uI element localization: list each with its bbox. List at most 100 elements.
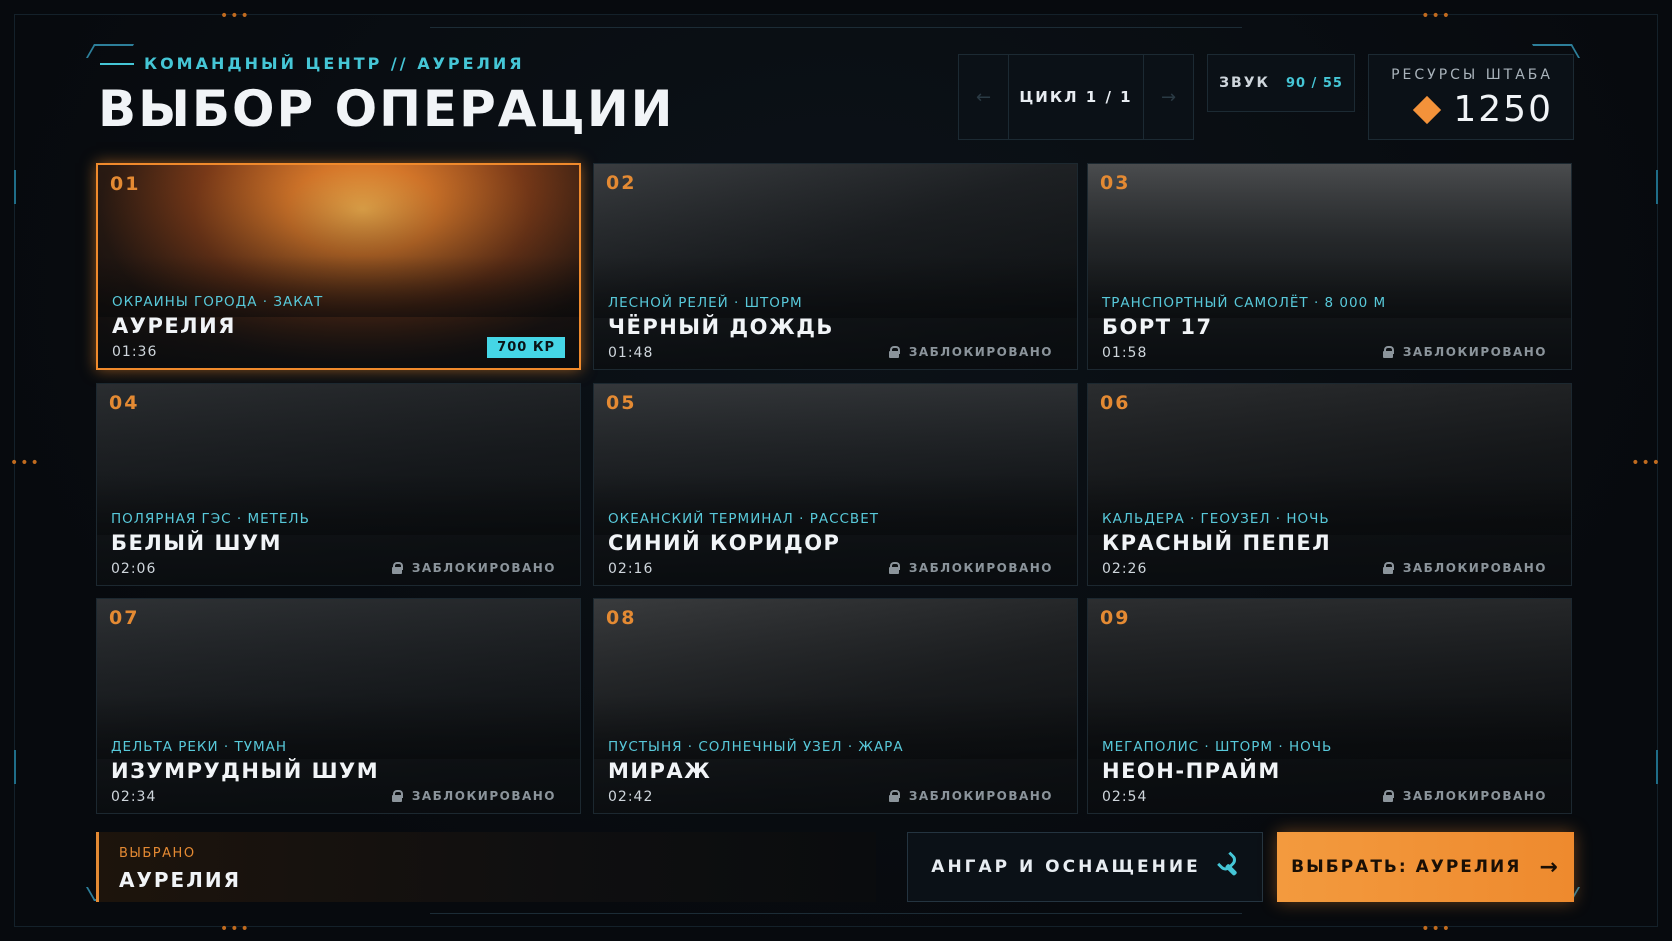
mission-subtitle: МЕГАПОЛИС · ШТОРМ · НОЧЬ [1102, 739, 1333, 755]
mission-time: 02:26 [1102, 561, 1148, 577]
locked-badge: ЗАБЛОКИРОВАНО [888, 789, 1053, 803]
locked-badge: ЗАБЛОКИРОВАНО [1382, 561, 1547, 575]
lock-icon [888, 562, 900, 574]
mission-card[interactable]: 01 ОКРАИНЫ ГОРОДА · ЗАКАТ АУРЕЛИЯ 01:36 700 … [96, 163, 581, 370]
locked-label: ЗАБЛОКИРОВАНО [411, 561, 556, 575]
breadcrumb: КОМАНДНЫЙ ЦЕНТР // АУРЕЛИЯ [100, 54, 525, 73]
mission-time: 01:36 [112, 344, 158, 360]
mission-subtitle: ТРАНСПОРТНЫЙ САМОЛЁТ · 8 000 М [1102, 295, 1387, 311]
mission-name: ИЗУМРУДНЫЙ ШУМ [111, 759, 380, 783]
sound-label: ЗВУК [1219, 75, 1270, 91]
lock-icon [888, 790, 900, 802]
mission-number: 01 [110, 173, 141, 195]
mission-number: 07 [109, 607, 140, 629]
locked-badge: ЗАБЛОКИРОВАНО [888, 561, 1053, 575]
frame-dots: ••• [1421, 8, 1452, 24]
resources-panel: РЕСУРСЫ ШТАБА 1250 [1368, 54, 1574, 140]
frame-dots: ••• [10, 455, 41, 471]
locked-label: ЗАБЛОКИРОВАНО [1402, 561, 1547, 575]
mission-number: 06 [1100, 392, 1131, 414]
arrow-left-icon[interactable]: ← [959, 55, 1009, 139]
mission-time: 02:42 [608, 789, 654, 805]
mission-subtitle: ЛЕСНОЙ РЕЛЕЙ · ШТОРМ [608, 295, 803, 311]
resources-label: РЕСУРСЫ ШТАБА [1391, 67, 1553, 83]
sound-value: 90 / 55 [1285, 75, 1343, 91]
mission-number: 08 [606, 607, 637, 629]
breadcrumb-line [100, 62, 134, 65]
mission-subtitle: ПУСТЫНЯ · СОЛНЕЧНЫЙ УЗЕЛ · ЖАРА [608, 739, 904, 755]
selected-value: АУРЕЛИЯ [119, 868, 241, 892]
locked-label: ЗАБЛОКИРОВАНО [1402, 345, 1547, 359]
resources-value-row: 1250 [1413, 89, 1553, 130]
arrow-right-icon: → [1539, 854, 1560, 880]
mission-number: 04 [109, 392, 140, 414]
frame-bottom-bar [430, 913, 1242, 927]
mission-card[interactable]: 05 ОКЕАНСКИЙ ТЕРМИНАЛ · РАССВЕТ СИНИЙ КОРИ… [593, 383, 1078, 586]
mission-number: 05 [606, 392, 637, 414]
mission-time: 01:48 [608, 345, 654, 361]
frame-top-bar [430, 14, 1242, 28]
mission-subtitle: ПОЛЯРНАЯ ГЭС · МЕТЕЛЬ [111, 511, 310, 527]
mission-name: НЕОН-ПРАЙМ [1102, 759, 1281, 783]
wrench-icon [1215, 853, 1243, 881]
mission-name: СИНИЙ КОРИДОР [608, 531, 841, 555]
sound-panel[interactable]: ЗВУК 90 / 55 [1207, 54, 1355, 112]
hangar-button[interactable]: АНГАР И ОСНАЩЕНИЕ [907, 832, 1263, 902]
lock-icon [1382, 790, 1394, 802]
locked-label: ЗАБЛОКИРОВАНО [908, 345, 1053, 359]
choose-button-label: ВЫБРАТЬ: АУРЕЛИЯ [1291, 857, 1522, 877]
mission-time: 02:16 [608, 561, 654, 577]
mission-card[interactable]: 07 ДЕЛЬТА РЕКИ · ТУМАН ИЗУМРУДНЫЙ ШУМ 02:34… [96, 598, 581, 814]
frame-tick [14, 750, 16, 784]
lock-icon [1382, 346, 1394, 358]
locked-label: ЗАБЛОКИРОВАНО [1402, 789, 1547, 803]
mission-subtitle: ДЕЛЬТА РЕКИ · ТУМАН [111, 739, 287, 755]
mission-card[interactable]: 08 ПУСТЫНЯ · СОЛНЕЧНЫЙ УЗЕЛ · ЖАРА МИРАЖ 02… [593, 598, 1078, 814]
mission-subtitle: ОКЕАНСКИЙ ТЕРМИНАЛ · РАССВЕТ [608, 511, 879, 527]
selected-label: ВЫБРАНО [119, 846, 196, 861]
cycle-selector: ← ЦИКЛ 1 / 1 → [958, 54, 1194, 140]
lock-icon [1382, 562, 1394, 574]
price-badge: 700 КР [487, 337, 565, 358]
mission-number: 03 [1100, 172, 1131, 194]
frame-dots: ••• [220, 8, 251, 24]
mission-grid: 01 ОКРАИНЫ ГОРОДА · ЗАКАТ АУРЕЛИЯ 01:36 700 … [96, 163, 1574, 814]
mission-name: АУРЕЛИЯ [112, 314, 236, 338]
choose-mission-button[interactable]: ВЫБРАТЬ: АУРЕЛИЯ → [1277, 832, 1574, 902]
mission-number: 02 [606, 172, 637, 194]
mission-subtitle: ОКРАИНЫ ГОРОДА · ЗАКАТ [112, 294, 324, 310]
lock-icon [391, 790, 403, 802]
frame-dots: ••• [1421, 921, 1452, 937]
locked-badge: ЗАБЛОКИРОВАНО [391, 789, 556, 803]
arrow-right-icon[interactable]: → [1143, 55, 1193, 139]
mission-name: ЧЁРНЫЙ ДОЖДЬ [608, 315, 834, 339]
frame-tick [1656, 750, 1658, 784]
mission-name: КРАСНЫЙ ПЕПЕЛ [1102, 531, 1332, 555]
mission-card[interactable]: 03 ТРАНСПОРТНЫЙ САМОЛЁТ · 8 000 М БОРТ 17 0… [1087, 163, 1572, 370]
page-title: ВЫБОР ОПЕРАЦИИ [98, 80, 675, 138]
mission-time: 02:34 [111, 789, 157, 805]
locked-badge: ЗАБЛОКИРОВАНО [1382, 789, 1547, 803]
locked-label: ЗАБЛОКИРОВАНО [908, 561, 1053, 575]
mission-name: БОРТ 17 [1102, 315, 1213, 339]
frame-tick [1656, 170, 1658, 204]
selected-panel: ВЫБРАНО АУРЕЛИЯ [96, 832, 876, 902]
mission-subtitle: КАЛЬДЕРА · ГЕОУЗЕЛ · НОЧЬ [1102, 511, 1330, 527]
locked-label: ЗАБЛОКИРОВАНО [908, 789, 1053, 803]
mission-card[interactable]: 04 ПОЛЯРНАЯ ГЭС · МЕТЕЛЬ БЕЛЫЙ ШУМ 02:06 ЗАБ… [96, 383, 581, 586]
mission-time: 01:58 [1102, 345, 1148, 361]
locked-badge: ЗАБЛОКИРОВАНО [1382, 345, 1547, 359]
hangar-button-label: АНГАР И ОСНАЩЕНИЕ [931, 857, 1201, 877]
mission-card[interactable]: 02 ЛЕСНОЙ РЕЛЕЙ · ШТОРМ ЧЁРНЫЙ ДОЖДЬ 01:48 З… [593, 163, 1078, 370]
mission-name: МИРАЖ [608, 759, 712, 783]
mission-number: 09 [1100, 607, 1131, 629]
cycle-label: ЦИКЛ 1 / 1 [1019, 88, 1133, 106]
diamond-icon [1413, 95, 1442, 124]
frame-dots: ••• [1631, 455, 1662, 471]
mission-card[interactable]: 09 МЕГАПОЛИС · ШТОРМ · НОЧЬ НЕОН-ПРАЙМ 02:5… [1087, 598, 1572, 814]
mission-card[interactable]: 06 КАЛЬДЕРА · ГЕОУЗЕЛ · НОЧЬ КРАСНЫЙ ПЕПЕЛ… [1087, 383, 1572, 586]
breadcrumb-text: КОМАНДНЫЙ ЦЕНТР // АУРЕЛИЯ [144, 54, 525, 73]
frame-tick [14, 170, 16, 204]
locked-label: ЗАБЛОКИРОВАНО [411, 789, 556, 803]
locked-badge: ЗАБЛОКИРОВАНО [391, 561, 556, 575]
